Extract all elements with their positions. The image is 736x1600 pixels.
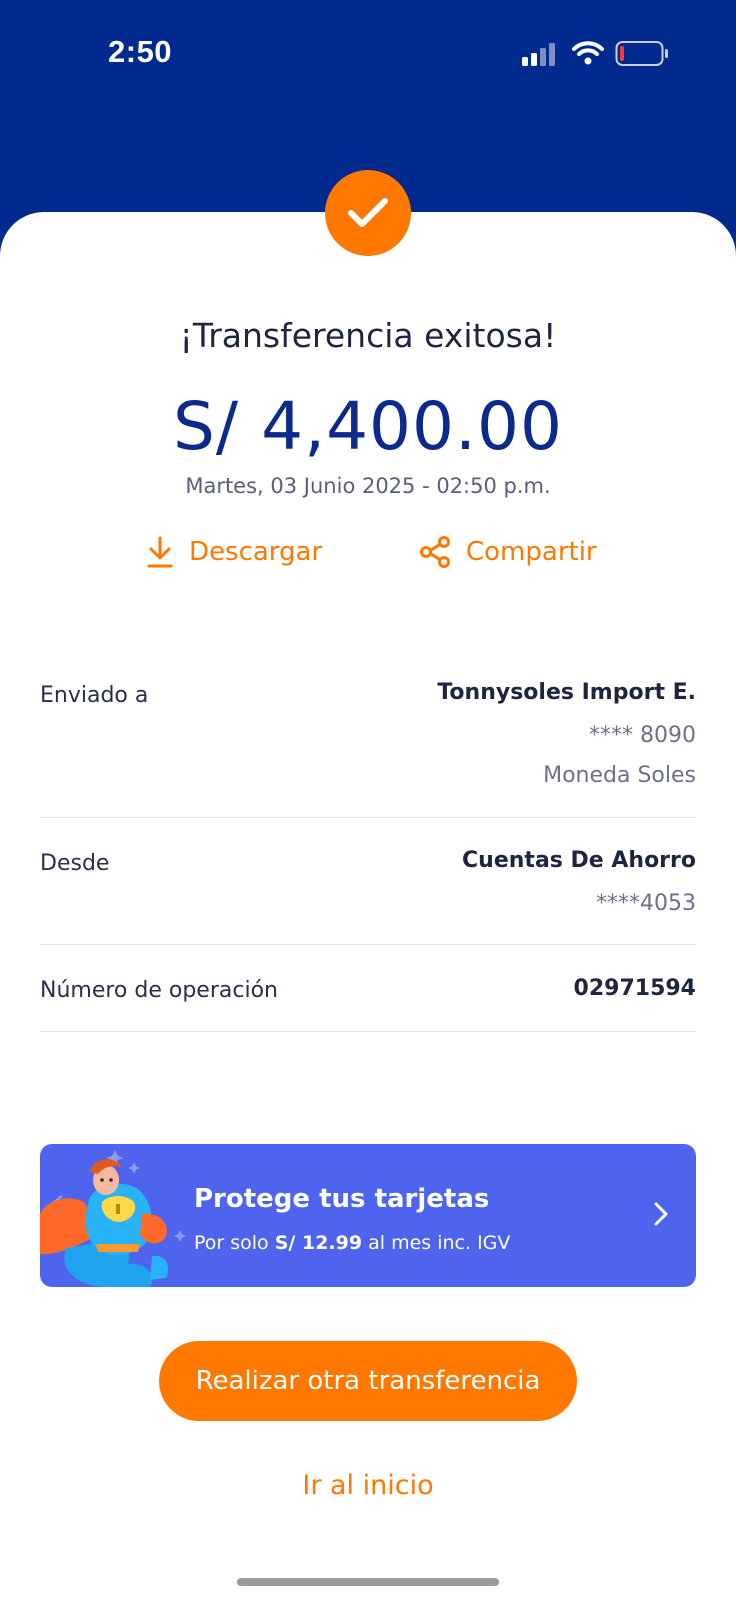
battery-low-icon (615, 41, 668, 66)
download-label: Descargar (189, 537, 323, 567)
source-account-number: ****4053 (596, 891, 696, 916)
share-button[interactable]: Compartir (418, 530, 597, 574)
source-account-name: Cuentas De Ahorro (462, 848, 696, 873)
success-check-icon (325, 170, 411, 256)
promo-price: S/ 12.99 (274, 1232, 363, 1254)
status-bar: 2:50 (0, 0, 736, 110)
status-time: 2:50 (108, 34, 173, 69)
promo-title: Protege tus tarjetas (194, 1184, 490, 1214)
transfer-amount: S/ 4,400.00 (172, 388, 564, 465)
sent-to-label: Enviado a (40, 683, 149, 708)
new-transfer-button[interactable]: Realizar otra transferencia (159, 1341, 577, 1421)
promo-sub-suffix: al mes inc. IGV (368, 1232, 511, 1254)
divider (40, 1031, 696, 1032)
superhero-illustration (40, 1150, 186, 1287)
recipient-currency: Moneda Soles (543, 763, 696, 788)
transfer-datetime: Martes, 03 Junio 2025 - 02:50 p.m. (185, 474, 551, 498)
go-home-link[interactable]: Ir al inicio (0, 1470, 736, 1501)
from-label: Desde (40, 851, 110, 876)
success-title: ¡Transferencia exitosa! (179, 316, 557, 355)
divider (40, 944, 696, 945)
divider (40, 817, 696, 818)
share-icon (420, 536, 450, 568)
operation-label: Número de operación (40, 978, 278, 1003)
download-icon (147, 536, 173, 568)
operation-number: 02971594 (573, 976, 696, 1001)
signal-icon (522, 43, 555, 66)
promo-sub-prefix: Por solo (194, 1232, 269, 1254)
share-label: Compartir (466, 537, 597, 567)
recipient-account: **** 8090 (589, 723, 696, 748)
download-button[interactable]: Descargar (145, 530, 322, 574)
promo-subtitle: Por solo S/ 12.99 al mes inc. IGV (194, 1232, 510, 1254)
chevron-right-icon (654, 1202, 668, 1226)
protect-cards-banner[interactable]: Protege tus tarjetas Por solo S/ 12.99 a… (40, 1144, 696, 1287)
recipient-name: Tonnysoles Import E. (437, 680, 696, 705)
home-indicator (237, 1578, 499, 1586)
wifi-icon (572, 41, 604, 65)
